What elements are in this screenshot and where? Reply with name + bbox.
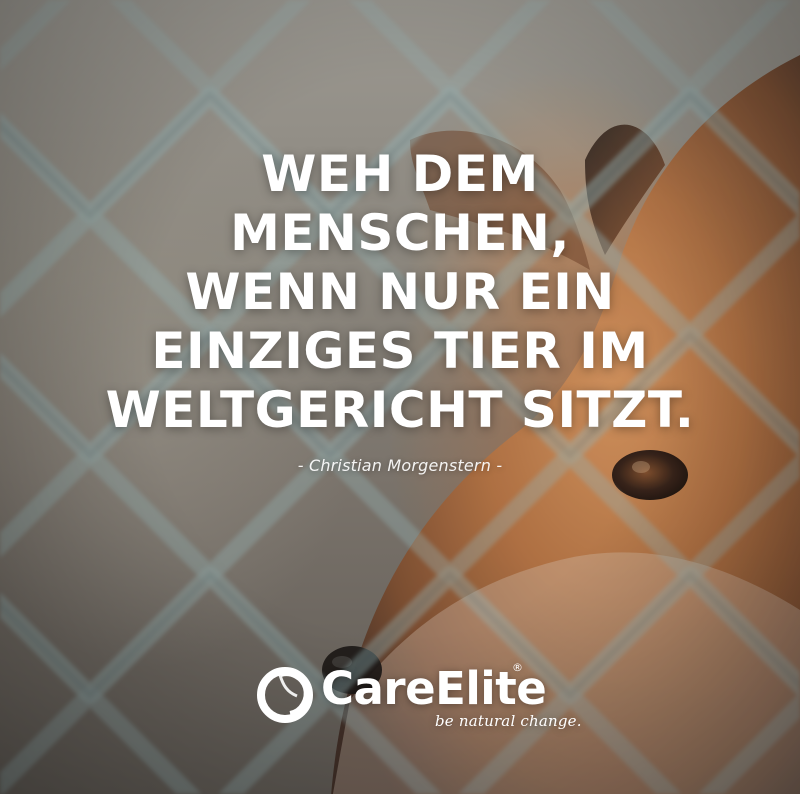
quote-line: MENSCHEN, <box>230 204 570 262</box>
careelite-logo: CareElite ® be natural change. <box>255 655 582 745</box>
brand-tagline: be natural change. <box>435 712 582 730</box>
quote-line: WENN NUR EIN <box>185 263 615 321</box>
quote-line: WELTGERICHT SITZT. <box>105 381 695 439</box>
quote-author: - Christian Morgenstern - <box>297 456 503 475</box>
registered-mark: ® <box>512 661 523 674</box>
quote-line: EINZIGES TIER IM <box>151 322 649 380</box>
careelite-logo-icon <box>257 667 313 723</box>
quote-image: WEH DEM MENSCHEN, WENN NUR EIN EINZIGES … <box>0 0 800 794</box>
quote-text: WEH DEM MENSCHEN, WENN NUR EIN EINZIGES … <box>0 145 800 440</box>
quote-line: WEH DEM <box>261 145 539 203</box>
